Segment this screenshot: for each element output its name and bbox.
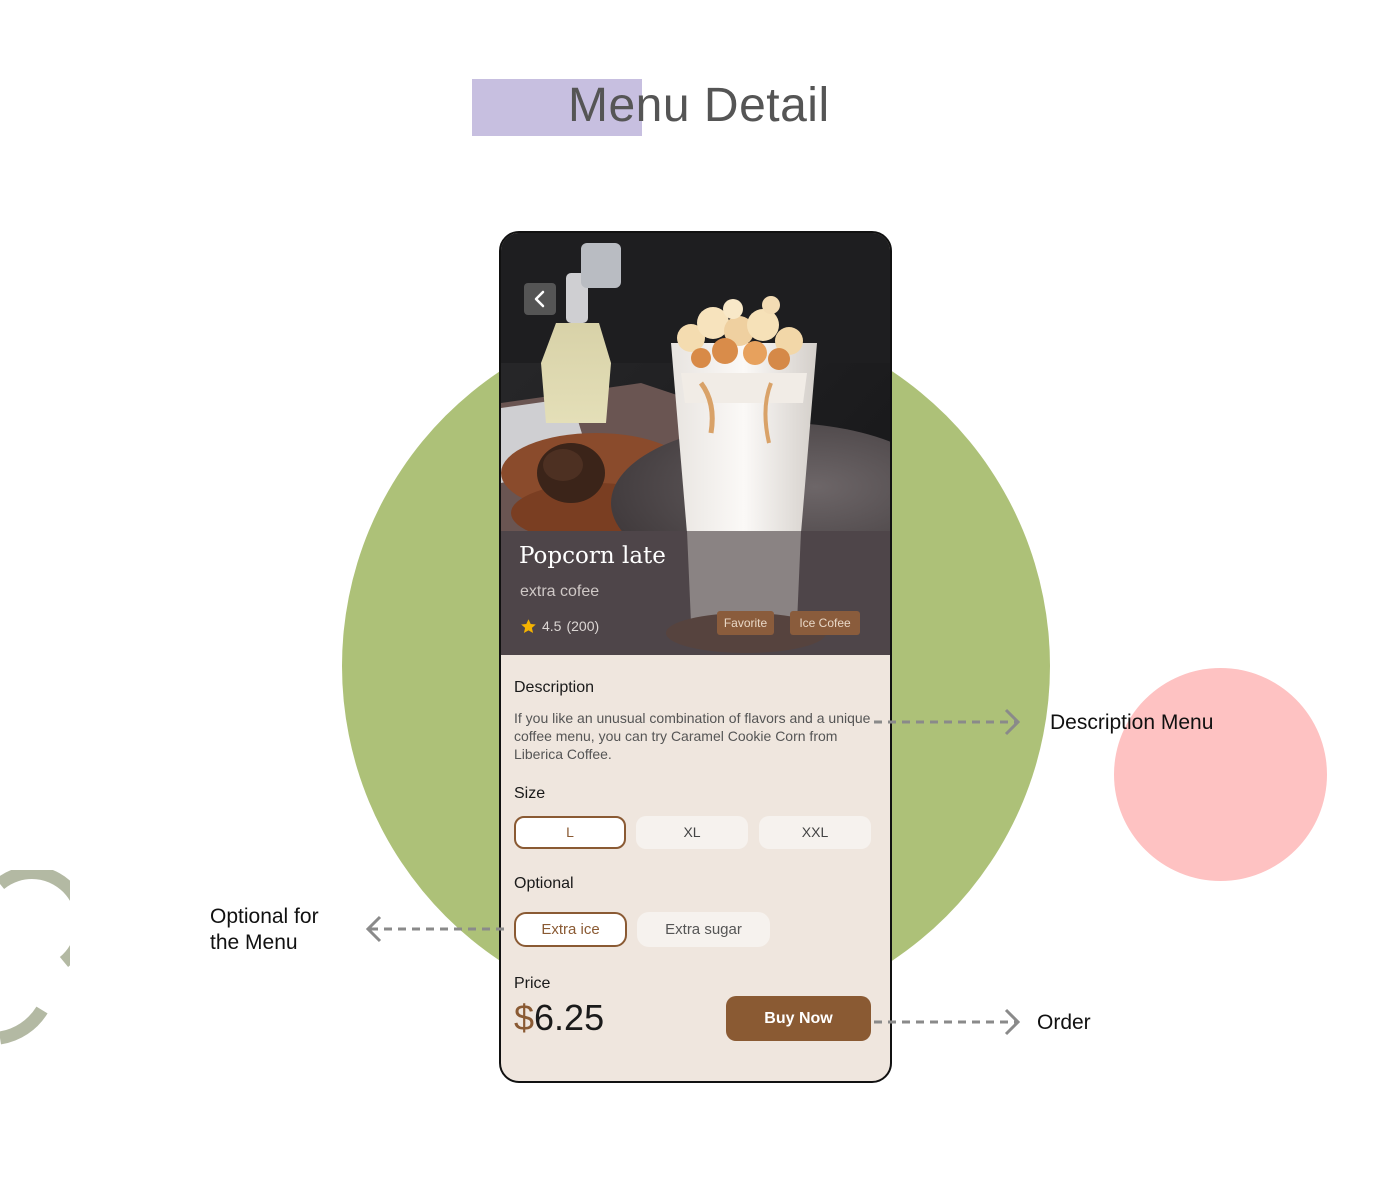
description-arrow	[874, 708, 1021, 736]
annotation-description: Description Menu	[1050, 711, 1214, 734]
optional-label: Optional	[514, 875, 574, 892]
rating-value: 4.5	[542, 618, 562, 634]
annotation-optional-line2: the Menu	[210, 931, 298, 954]
tag-favorite[interactable]: Favorite	[717, 611, 774, 635]
decorative-pink-circle	[1114, 668, 1327, 881]
product-info-panel: Popcorn late extra cofee 4.5 (200) Favor…	[501, 531, 890, 655]
optional-arrow	[365, 915, 510, 943]
rating-count: (200)	[566, 618, 600, 634]
optional-extra-sugar[interactable]: Extra sugar	[637, 912, 770, 947]
buy-now-button[interactable]: Buy Now	[726, 996, 871, 1041]
star-icon	[521, 618, 536, 633]
optional-extra-ice[interactable]: Extra ice	[514, 912, 627, 947]
decorative-arc	[0, 870, 70, 1045]
size-label: Size	[514, 785, 546, 802]
product-name: Popcorn late	[519, 543, 666, 569]
currency-symbol: $	[514, 997, 535, 1038]
rating: 4.5 (200)	[520, 616, 599, 636]
annotation-order: Order	[1037, 1011, 1091, 1034]
annotation-optional-line1: Optional for	[210, 905, 319, 928]
tag-ice-cofee[interactable]: Ice Cofee	[790, 611, 860, 635]
phone-screen: Popcorn late extra cofee 4.5 (200) Favor…	[499, 231, 892, 1083]
chevron-left-icon	[534, 290, 545, 308]
description-label: Description	[514, 679, 595, 696]
price-value: $6.25	[514, 997, 604, 1039]
description-text: If you like an unusual combination of fl…	[514, 710, 871, 762]
price-label: Price	[514, 975, 551, 992]
product-subtitle: extra cofee	[520, 583, 600, 600]
size-option-l[interactable]: L	[514, 816, 626, 849]
page-title: Menu Detail	[568, 79, 830, 132]
order-arrow	[874, 1008, 1021, 1036]
price-amount: 6.25	[534, 997, 605, 1038]
size-option-xl[interactable]: XL	[636, 816, 748, 849]
back-button[interactable]	[524, 283, 556, 315]
size-option-xxl[interactable]: XXL	[759, 816, 871, 849]
